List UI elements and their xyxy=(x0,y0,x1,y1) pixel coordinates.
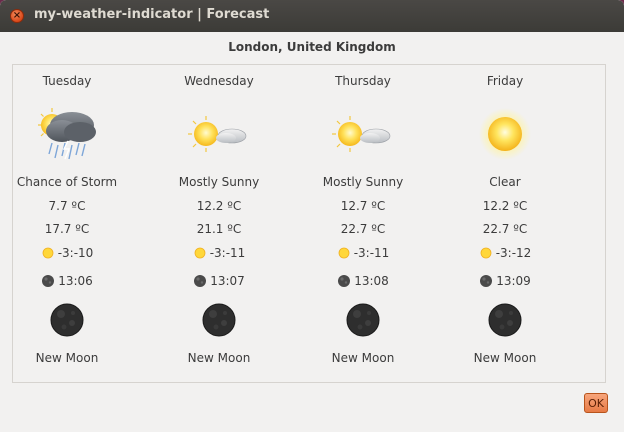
small-sun-icon xyxy=(480,247,492,259)
small-sun-icon xyxy=(194,247,206,259)
sun-row: -3:-12 xyxy=(431,246,579,260)
mostly-sunny-icon xyxy=(188,116,247,152)
temp-high: 22.7 ºC xyxy=(482,222,528,236)
moon-time: 13:06 xyxy=(58,274,93,288)
new-moon-icon xyxy=(202,303,236,337)
temp-high: 21.1 ºC xyxy=(196,222,242,236)
temp-high: 22.7 ºC xyxy=(340,222,386,236)
small-moon-icon xyxy=(480,275,493,287)
moon-phase: New Moon xyxy=(187,351,251,365)
moon-row: 13:09 xyxy=(431,274,579,288)
title-bar[interactable]: × my-weather-indicator | Forecast xyxy=(0,0,624,32)
day-name: Tuesday xyxy=(42,74,92,88)
forecast-window: × my-weather-indicator | Forecast London… xyxy=(0,0,624,432)
temp-low: 7.7 ºC xyxy=(48,199,86,213)
moon-time: 13:08 xyxy=(354,274,389,288)
small-moon-icon xyxy=(338,275,351,287)
sun-time: -3:-11 xyxy=(353,246,390,260)
sun-time: -3:-12 xyxy=(495,246,532,260)
mostly-sunny-icon xyxy=(332,116,391,152)
sun-time: -3:-10 xyxy=(57,246,94,260)
day-name: Thursday xyxy=(335,74,391,88)
forecast-panel: Tuesday Chance of Storm 7.7 ºC 17.7 ºC -… xyxy=(12,64,606,383)
small-sun-icon xyxy=(42,247,54,259)
small-sun-icon xyxy=(338,247,350,259)
ok-button[interactable]: OK xyxy=(584,393,608,413)
sun-row: -3:-11 xyxy=(289,246,437,260)
moon-phase: New Moon xyxy=(331,351,395,365)
sun-row: -3:-10 xyxy=(0,246,141,260)
temp-high: 17.7 ºC xyxy=(44,222,90,236)
small-moon-icon xyxy=(42,275,55,287)
condition-label: Mostly Sunny xyxy=(322,175,404,189)
temp-low: 12.2 ºC xyxy=(482,199,528,213)
sun-icon xyxy=(479,108,531,160)
moon-time: 13:07 xyxy=(210,274,245,288)
moon-row: 13:08 xyxy=(289,274,437,288)
condition-label: Chance of Storm xyxy=(16,175,118,189)
temp-low: 12.7 ºC xyxy=(340,199,386,213)
moon-row: 13:06 xyxy=(0,274,141,288)
small-moon-icon xyxy=(194,275,207,287)
new-moon-icon xyxy=(50,303,84,337)
moon-time: 13:09 xyxy=(496,274,531,288)
close-button[interactable]: × xyxy=(10,9,24,23)
condition-label: Clear xyxy=(489,175,521,189)
moon-phase: New Moon xyxy=(35,351,99,365)
day-name: Friday xyxy=(486,74,524,88)
temp-low: 12.2 ºC xyxy=(196,199,242,213)
new-moon-icon xyxy=(346,303,380,337)
new-moon-icon xyxy=(488,303,522,337)
location-label: London, United Kingdom xyxy=(228,40,396,54)
moon-phase: New Moon xyxy=(473,351,537,365)
window-title: my-weather-indicator | Forecast xyxy=(34,7,270,22)
sun-row: -3:-11 xyxy=(145,246,293,260)
sun-time: -3:-11 xyxy=(209,246,246,260)
moon-row: 13:07 xyxy=(145,274,293,288)
condition-label: Mostly Sunny xyxy=(178,175,260,189)
storm-cloud-icon xyxy=(38,108,96,160)
day-name: Wednesday xyxy=(184,74,254,88)
